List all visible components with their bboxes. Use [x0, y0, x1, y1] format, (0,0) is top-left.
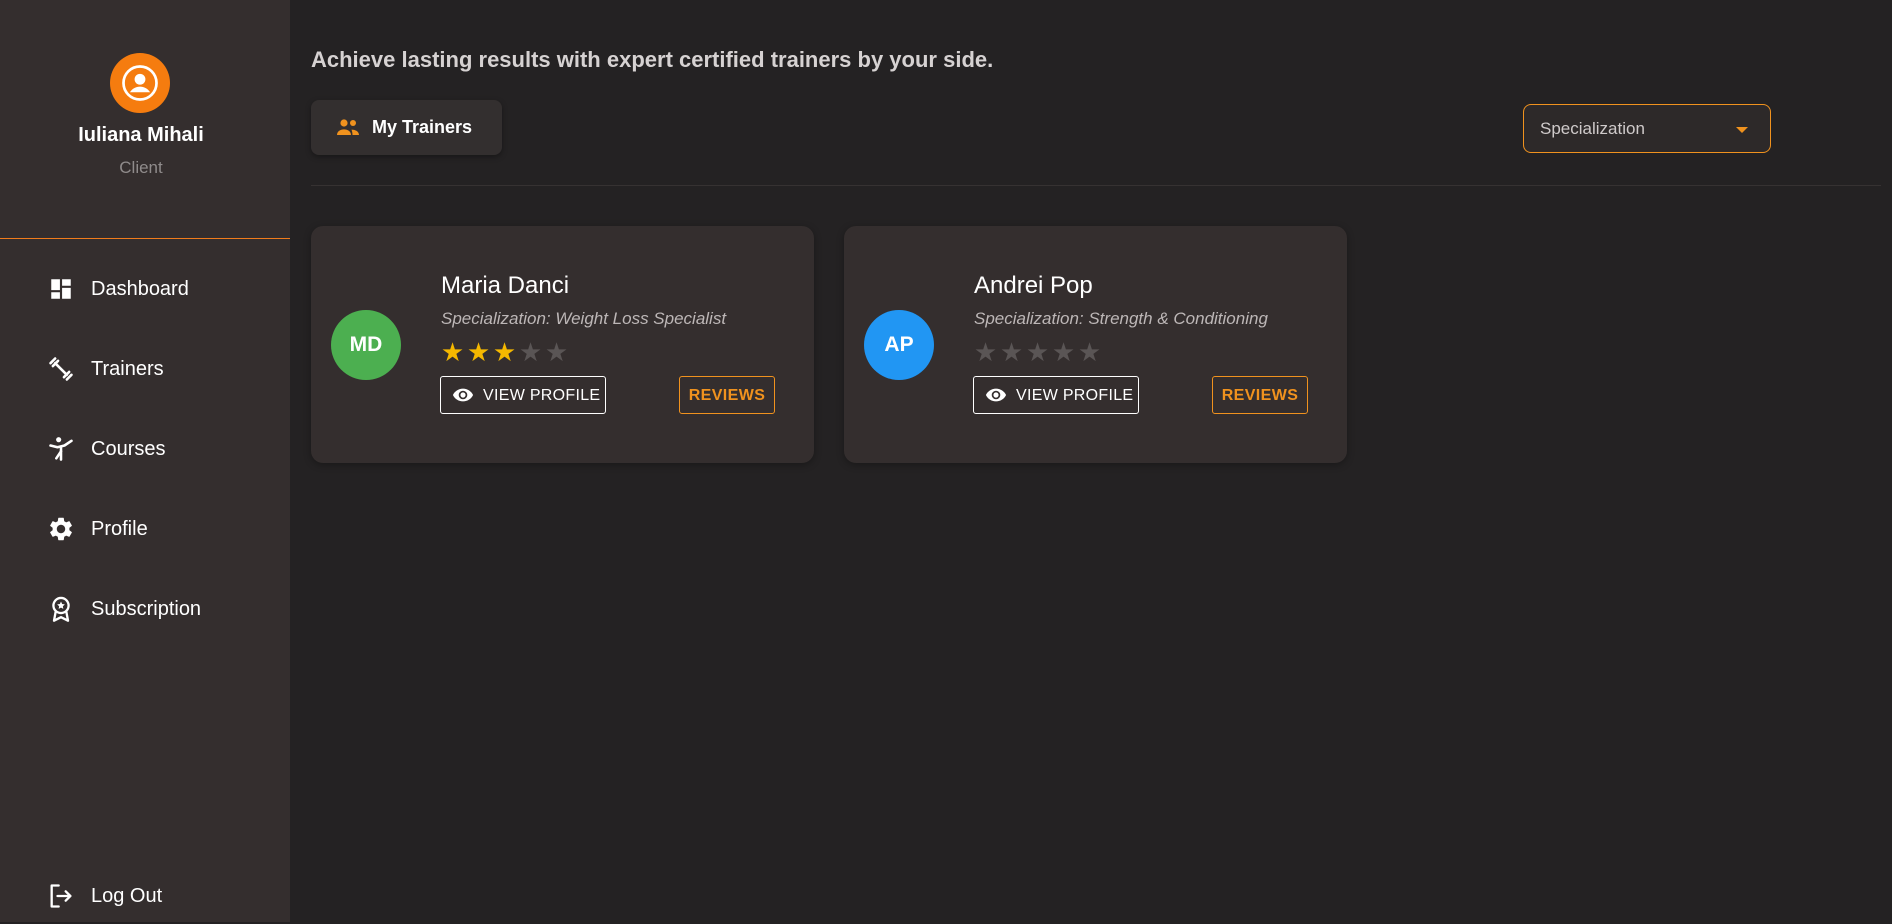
sidebar-item-dashboard[interactable]: Dashboard — [0, 261, 290, 317]
trainer-card: AP Andrei Pop Specialization: Strength &… — [844, 226, 1347, 463]
award-badge-icon — [46, 594, 76, 624]
account-circle-icon[interactable] — [110, 53, 170, 113]
dashboard-icon — [46, 274, 76, 304]
page-headline: Achieve lasting results with expert cert… — [311, 47, 994, 72]
sidebar-item-subscription[interactable]: Subscription — [0, 581, 290, 637]
star-icon: ★ — [466, 337, 491, 367]
trainer-avatar: MD — [331, 310, 401, 380]
trainer-rating: ★ ★ ★ ★ ★ — [973, 339, 1102, 365]
sidebar-item-courses[interactable]: Courses — [0, 421, 290, 477]
specialization-select[interactable]: Specialization — [1523, 104, 1771, 153]
specialization-select-label: Specialization — [1540, 119, 1645, 138]
trainer-specialization: Specialization: Strength & Conditioning — [974, 309, 1268, 328]
logout-button[interactable]: Log Out — [0, 868, 290, 924]
trainer-card: MD Maria Danci Specialization: Weight Lo… — [311, 226, 814, 463]
user-role: Client — [119, 158, 163, 177]
view-profile-button[interactable]: VIEW PROFILE — [973, 376, 1139, 414]
reviews-label: REVIEWS — [688, 387, 766, 404]
reviews-button[interactable]: REVIEWS — [1212, 376, 1308, 414]
sidebar-item-profile[interactable]: Profile — [0, 501, 290, 557]
star-icon: ★ — [544, 337, 569, 367]
eye-icon — [452, 388, 474, 402]
sidebar: Iuliana Mihali Client Dashboard Trainers — [0, 0, 290, 922]
people-icon — [337, 119, 359, 135]
star-icon: ★ — [492, 337, 517, 367]
sidebar-item-trainers[interactable]: Trainers — [0, 341, 290, 397]
view-profile-label: VIEW PROFILE — [483, 387, 601, 404]
trainer-specialization: Specialization: Weight Loss Specialist — [441, 309, 727, 328]
dumbbell-icon — [46, 354, 76, 384]
dropdown-arrow-icon — [1736, 127, 1748, 133]
star-icon: ★ — [999, 337, 1024, 367]
reviews-label: REVIEWS — [1221, 387, 1299, 404]
star-icon: ★ — [440, 337, 465, 367]
reviews-button[interactable]: REVIEWS — [679, 376, 775, 414]
my-trainers-button[interactable]: My Trainers — [311, 100, 502, 155]
my-trainers-label: My Trainers — [372, 117, 473, 137]
trainer-name: Maria Danci — [441, 272, 570, 299]
sidebar-item-label: Dashboard — [91, 277, 189, 300]
sidebar-item-label: Subscription — [91, 597, 202, 620]
sidebar-item-label: Courses — [91, 437, 166, 460]
star-icon: ★ — [1077, 337, 1102, 367]
logout-icon — [46, 881, 76, 911]
main-content: Achieve lasting results with expert cert… — [290, 0, 1892, 922]
sidebar-item-label: Trainers — [91, 357, 164, 380]
star-icon: ★ — [1051, 337, 1076, 367]
trainer-avatar: AP — [864, 310, 934, 380]
logout-label: Log Out — [91, 884, 163, 907]
gear-icon — [46, 514, 76, 544]
trainer-rating: ★ ★ ★ ★ ★ — [440, 339, 569, 365]
star-icon: ★ — [973, 337, 998, 367]
star-icon: ★ — [518, 337, 543, 367]
sidebar-item-label: Profile — [91, 517, 148, 540]
view-profile-label: VIEW PROFILE — [1016, 387, 1134, 404]
user-name: Iuliana Mihali — [78, 124, 204, 146]
star-icon: ★ — [1025, 337, 1050, 367]
divider — [311, 185, 1881, 186]
gymnastics-icon — [46, 434, 76, 464]
eye-icon — [985, 388, 1007, 402]
user-profile-block: Iuliana Mihali Client — [0, 0, 290, 239]
trainer-name: Andrei Pop — [974, 272, 1093, 299]
view-profile-button[interactable]: VIEW PROFILE — [440, 376, 606, 414]
